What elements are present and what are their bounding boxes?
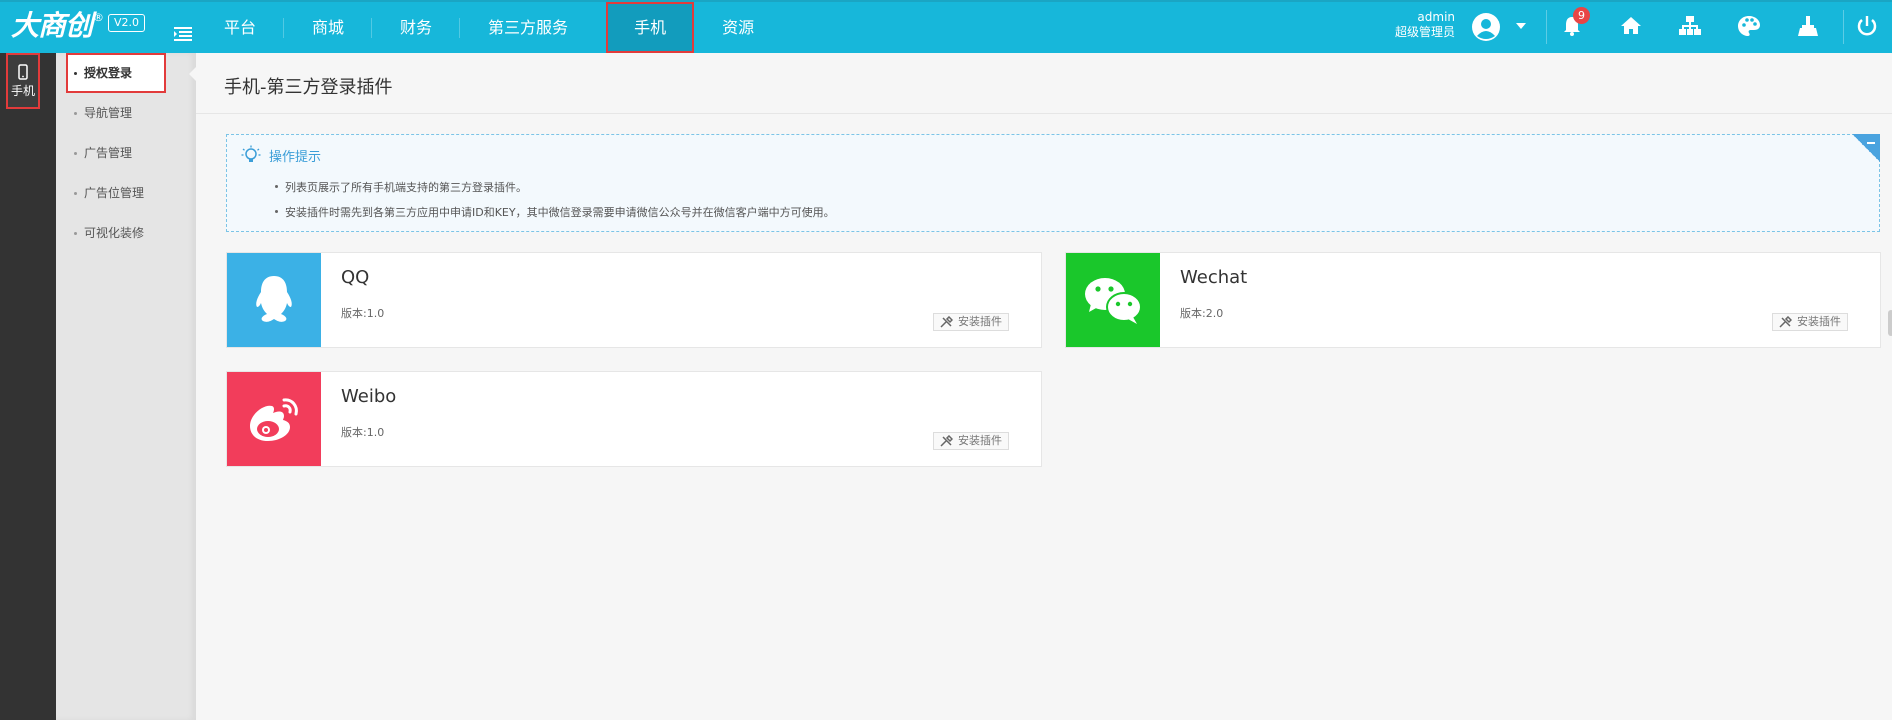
tips-header: 操作提示 — [241, 145, 321, 165]
logo[interactable]: 大商创 ® — [11, 9, 104, 43]
install-plugin-button[interactable]: 安装插件 — [933, 313, 1009, 331]
tools-icon — [940, 435, 953, 447]
qq-penguin-icon — [256, 276, 292, 322]
plugin-name: Weibo — [341, 386, 397, 407]
plugin-version: 版本:1.0 — [341, 307, 385, 320]
module-label: 手机 — [10, 84, 35, 98]
module-mobile[interactable]: 手机 — [6, 53, 40, 109]
logo-text: 大商创 — [11, 9, 93, 42]
lightbulb-icon — [241, 145, 261, 162]
main-content: 手机-第三方登录插件 操作提示 列表页展示了所有手机端支持的第三方登录插件。 安… — [196, 53, 1892, 720]
user-role: 超级管理员 — [1395, 25, 1456, 39]
tip-item: 安装插件时需先到各第三方应用中申请ID和KEY，其中微信登录需要申请微信公众号并… — [275, 206, 835, 219]
tips-panel: 操作提示 列表页展示了所有手机端支持的第三方登录插件。 安装插件时需先到各第三方… — [226, 134, 1880, 232]
logo-registered-mark: ® — [93, 11, 105, 24]
plugin-card-qq: QQ 版本:1.0 安装插件 — [226, 252, 1042, 348]
plugin-version: 版本:2.0 — [1180, 307, 1224, 320]
plugin-name: Wechat — [1180, 267, 1248, 288]
plugin-name: QQ — [341, 267, 370, 288]
phone-icon — [18, 64, 28, 80]
divider — [196, 113, 1892, 114]
notification-badge: 9 — [1573, 7, 1590, 24]
nav-third-party[interactable]: 第三方服务 — [460, 2, 596, 53]
user-info[interactable]: admin 超级管理员 — [1395, 10, 1455, 40]
install-label: 安装插件 — [958, 434, 1002, 447]
scrollbar-handle[interactable] — [1888, 310, 1892, 336]
plugin-card-weibo: Weibo 版本:1.0 安装插件 — [226, 371, 1042, 467]
chevron-down-icon[interactable] — [1516, 23, 1526, 29]
nav-finance[interactable]: 财务 — [372, 2, 461, 53]
power-icon[interactable] — [1854, 13, 1880, 39]
user-name: admin — [1417, 10, 1456, 24]
install-plugin-button[interactable]: 安装插件 — [1772, 313, 1848, 331]
qq-logo — [227, 253, 321, 347]
install-label: 安装插件 — [958, 315, 1002, 328]
divider — [1843, 10, 1844, 44]
page-title: 手机-第三方登录插件 — [224, 77, 393, 98]
nav-mall[interactable]: 商城 — [284, 2, 373, 53]
submenu-item-ad-position[interactable]: 广告位管理 — [66, 173, 196, 213]
plugin-card-wechat: Wechat 版本:2.0 安装插件 — [1065, 252, 1881, 348]
nav-resources[interactable]: 资源 — [694, 2, 782, 53]
palette-icon[interactable] — [1736, 13, 1762, 39]
submenu-item-visual-decoration[interactable]: 可视化装修 — [66, 213, 196, 253]
collapse-tips-button[interactable] — [1852, 134, 1880, 162]
broom-icon[interactable] — [1795, 13, 1821, 39]
tools-icon — [1779, 316, 1792, 328]
avatar-icon[interactable] — [1472, 13, 1500, 41]
main-nav: 平台 商城 财务 第三方服务 手机 资源 — [196, 2, 782, 53]
wechat-icon — [1085, 278, 1142, 324]
home-icon[interactable] — [1618, 13, 1644, 39]
weibo-logo — [227, 372, 321, 466]
submenu-item-auth-login[interactable]: 授权登录 — [66, 53, 166, 93]
menu-toggle-icon[interactable] — [174, 27, 192, 41]
submenu-item-ad-management[interactable]: 广告管理 — [66, 133, 196, 173]
nav-platform[interactable]: 平台 — [196, 2, 285, 53]
install-plugin-button[interactable]: 安装插件 — [933, 432, 1009, 450]
plugin-version: 版本:1.0 — [341, 426, 385, 439]
version-badge: V2.0 — [108, 14, 146, 32]
wechat-logo — [1066, 253, 1160, 347]
submenu-item-nav-management[interactable]: 导航管理 — [66, 93, 196, 133]
tips-title: 操作提示 — [269, 149, 322, 165]
tools-icon — [940, 316, 953, 328]
nav-mobile[interactable]: 手机 — [606, 2, 695, 53]
divider — [1546, 10, 1547, 44]
module-sidebar — [0, 53, 56, 720]
install-label: 安装插件 — [1797, 315, 1841, 328]
top-bar: 大商创 ® V2.0 平台 商城 财务 第三方服务 手机 资源 admin 超级… — [0, 0, 1892, 53]
sitemap-icon[interactable] — [1677, 13, 1703, 39]
weibo-icon — [250, 398, 298, 441]
tip-item: 列表页展示了所有手机端支持的第三方登录插件。 — [275, 181, 527, 194]
submenu: 授权登录 导航管理 广告管理 广告位管理 可视化装修 — [56, 53, 196, 720]
